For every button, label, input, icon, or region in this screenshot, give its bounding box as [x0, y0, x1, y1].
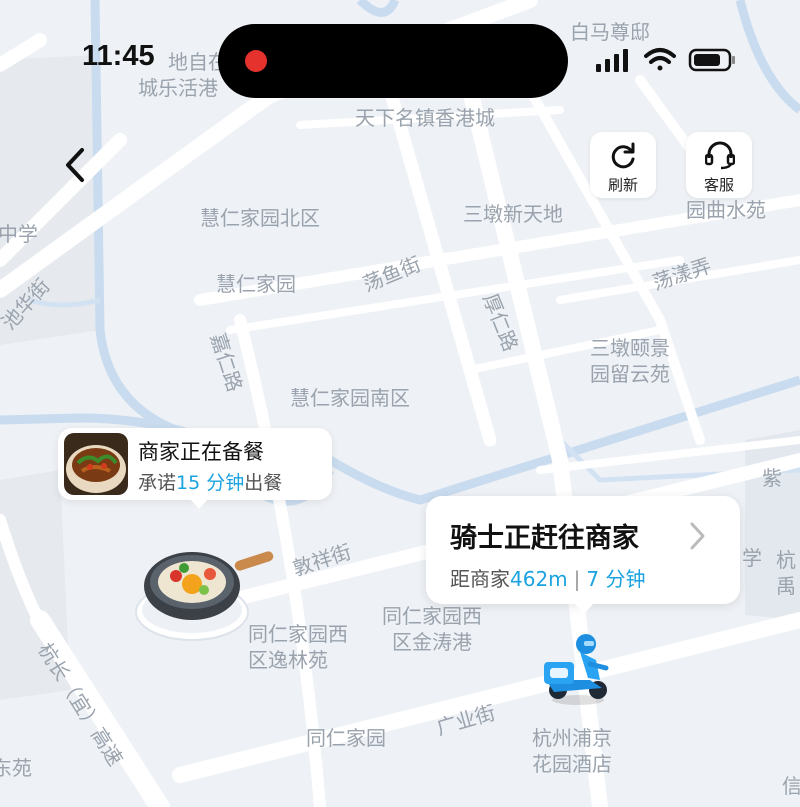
dynamic-island — [218, 24, 568, 98]
rider-distance: 462m — [510, 567, 568, 591]
map-label: 东苑 — [0, 756, 32, 780]
map-label: 区逸林苑 — [248, 648, 328, 672]
back-icon[interactable] — [56, 140, 96, 190]
merchant-pan-icon — [135, 551, 274, 641]
map-label: 三墩颐景 — [590, 336, 670, 360]
status-time: 11:45 — [82, 40, 155, 72]
recording-indicator-icon — [245, 50, 267, 72]
merchant-status-bubble[interactable]: 商家正在备餐 承诺15 分钟出餐 — [58, 428, 332, 509]
map-label: 天下名镇香港城 — [355, 106, 495, 130]
dish-thumbnail — [64, 433, 128, 495]
wifi-icon — [644, 48, 676, 71]
map-label: 区金涛港 — [392, 630, 472, 654]
rider-scooter-icon — [544, 634, 609, 705]
rider-status-text: 骑士正赶往商家 — [450, 523, 639, 554]
map-label: 同仁家园 — [306, 726, 386, 750]
map-label: 花园酒店 — [532, 752, 612, 776]
merchant-status-text: 商家正在备餐 — [138, 440, 264, 464]
map-label: 中学 — [0, 222, 38, 246]
refresh-icon — [611, 142, 635, 169]
rider-distance-text: 距商家462m | 7 分钟 — [450, 567, 646, 591]
signal-icon — [596, 49, 628, 72]
map-label: 信 — [782, 774, 800, 798]
map-label: 城乐活港 — [138, 76, 218, 100]
map-label: 同仁家园西 — [382, 604, 482, 628]
map-label: 园留云苑 — [590, 362, 670, 386]
refresh-button[interactable]: 刷新 — [590, 132, 656, 198]
status-icons — [596, 48, 735, 72]
map-label: 三墩新天地 — [463, 202, 563, 226]
headset-icon — [705, 141, 735, 170]
battery-icon — [688, 48, 735, 72]
map-label: 禹 — [776, 574, 796, 598]
map-label: 杭 — [776, 548, 796, 572]
refresh-label: 刷新 — [607, 176, 638, 194]
chevron-right-icon — [690, 522, 705, 550]
support-label: 客服 — [703, 176, 734, 194]
map-label: 杭州浦京 — [532, 726, 612, 750]
map-label: 慧仁家园南区 — [290, 386, 410, 410]
map-label: 慧仁家园 — [216, 272, 296, 296]
map-label: 园曲水苑 — [686, 198, 766, 222]
map-label: 紫 — [762, 466, 782, 490]
merchant-promise-text: 承诺15 分钟出餐 — [138, 472, 283, 494]
rider-eta: 7 分钟 — [586, 567, 646, 591]
promise-time: 15 分钟 — [176, 472, 245, 494]
customer-service-button[interactable]: 客服 — [686, 132, 752, 198]
map-label: 白马尊邸 — [570, 20, 650, 44]
map-label: 学 — [742, 546, 762, 570]
map-label: 慧仁家园北区 — [200, 206, 320, 230]
